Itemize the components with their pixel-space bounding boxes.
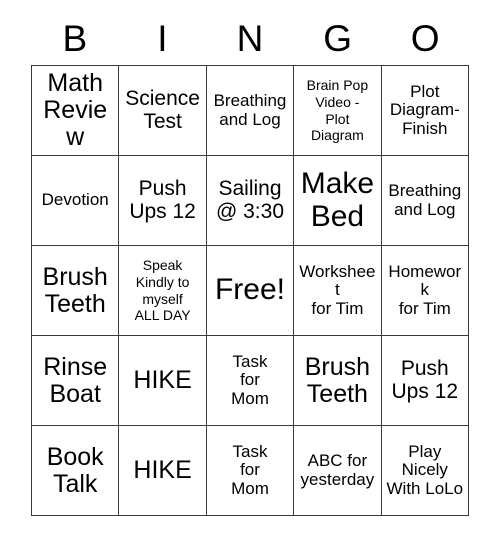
bingo-cell-b5[interactable]: Book Talk: [32, 426, 120, 516]
bingo-cell-i2[interactable]: Push Ups 12: [119, 156, 207, 246]
bingo-cell-n4[interactable]: Task for Mom: [206, 336, 295, 426]
bingo-cell-label: HIKE: [133, 366, 192, 394]
bingo-cell-i4[interactable]: HIKE: [119, 336, 207, 426]
bingo-cell-label: Push Ups 12: [391, 356, 459, 403]
bingo-cell-g4[interactable]: Brush Teeth: [294, 336, 382, 426]
bingo-cell-label: Rinse Boat: [43, 352, 108, 408]
bingo-cell-label: Brush Teeth: [304, 352, 371, 408]
bingo-cell-g2[interactable]: Make Bed: [294, 156, 382, 246]
bingo-cell-label: Push Ups 12: [129, 176, 196, 223]
bingo-grid: Math Review Science Test Breathing and L…: [31, 65, 469, 516]
bingo-cell-label: Devotion: [41, 190, 109, 210]
bingo-cell-label: Brain Pop Video - Plot Diagram: [306, 77, 369, 144]
bingo-cell-label: Make Bed: [300, 167, 375, 233]
bingo-cell-n5[interactable]: Task for Mom: [206, 426, 295, 516]
bingo-cell-label: Task for Mom: [231, 441, 269, 498]
header-letter-n: N: [236, 18, 264, 59]
bingo-cell-free-space[interactable]: Free!: [206, 246, 295, 336]
bingo-cell-g3[interactable]: Worksheet for Tim: [294, 246, 382, 336]
bingo-cell-n2[interactable]: Sailing @ 3:30: [206, 156, 295, 246]
bingo-cell-label: Worksheet for Tim: [299, 261, 376, 318]
bingo-cell-g1[interactable]: Brain Pop Video - Plot Diagram: [294, 66, 382, 156]
header-letter-b: B: [62, 18, 88, 59]
header-letter-i: I: [157, 18, 168, 59]
bingo-cell-label: Sailing @ 3:30: [215, 176, 284, 223]
bingo-cell-g5[interactable]: ABC for yesterday: [294, 426, 382, 516]
bingo-cell-label: Breathing and Log: [388, 181, 462, 219]
bingo-cell-b2[interactable]: Devotion: [32, 156, 120, 246]
bingo-cell-o1[interactable]: Plot Diagram- Finish: [381, 66, 469, 156]
bingo-cell-label: Breathing and Log: [213, 91, 287, 129]
bingo-cell-label: Speak Kindly to myself ALL DAY: [134, 257, 191, 324]
bingo-cell-label: Book Talk: [46, 442, 104, 498]
free-space-label: Free!: [214, 273, 285, 307]
header-letter-o: O: [410, 18, 440, 59]
bingo-cell-label: Brush Teeth: [42, 262, 108, 318]
bingo-cell-label: Play Nicely With LoLo: [386, 441, 464, 498]
header-letter-g: G: [323, 18, 352, 59]
bingo-cell-o3[interactable]: Homework for Tim: [381, 246, 469, 336]
bingo-cell-label: Plot Diagram- Finish: [389, 81, 460, 138]
bingo-cell-n1[interactable]: Breathing and Log: [206, 66, 295, 156]
bingo-cell-o2[interactable]: Breathing and Log: [381, 156, 469, 246]
bingo-cell-i5[interactable]: HIKE: [119, 426, 207, 516]
bingo-cell-label: Homework for Tim: [388, 261, 462, 318]
bingo-cell-b4[interactable]: Rinse Boat: [32, 336, 120, 426]
bingo-cell-label: Science Test: [125, 86, 200, 133]
bingo-cell-o5[interactable]: Play Nicely With LoLo: [381, 426, 469, 516]
bingo-cell-o4[interactable]: Push Ups 12: [381, 336, 469, 426]
bingo-card: B I N G O Math Review Science Test Breat…: [31, 14, 469, 516]
bingo-header: B I N G O: [31, 14, 469, 65]
bingo-cell-label: Math Review: [43, 69, 108, 151]
bingo-cell-label: Task for Mom: [231, 351, 269, 408]
bingo-cell-b1[interactable]: Math Review: [32, 66, 120, 156]
bingo-cell-label: HIKE: [133, 456, 192, 484]
bingo-cell-b3[interactable]: Brush Teeth: [32, 246, 120, 336]
bingo-cell-label: ABC for yesterday: [300, 451, 375, 489]
bingo-cell-i1[interactable]: Science Test: [119, 66, 207, 156]
bingo-cell-i3[interactable]: Speak Kindly to myself ALL DAY: [119, 246, 207, 336]
